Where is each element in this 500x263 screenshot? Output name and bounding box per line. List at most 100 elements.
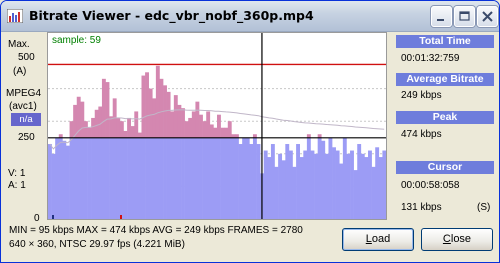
stats-line-1: MIN = 95 kbps MAX = 474 kbps AVG = 249 k… <box>9 225 303 236</box>
bitrate-bar <box>152 137 157 219</box>
bitrate-bar-peak <box>213 127 218 138</box>
frame-marker <box>120 215 122 219</box>
bitrate-bar <box>173 137 178 219</box>
bitrate-bar-peak <box>199 114 203 138</box>
bitrate-bar <box>181 137 185 219</box>
window-title: Bitrate Viewer - edc_vbr_nobf_360p.mp4 <box>29 8 314 23</box>
bitrate-bar <box>360 153 365 219</box>
bitrate-bar <box>378 157 383 219</box>
bitrate-bar <box>252 137 257 219</box>
bitrate-bar <box>364 157 369 219</box>
bitrate-bar <box>332 147 336 219</box>
close-button[interactable]: Close <box>421 228 493 251</box>
close-accel: C <box>442 233 451 245</box>
bitrate-bar <box>209 137 214 219</box>
maximize-button[interactable] <box>454 6 475 27</box>
y-tick-0: 0 <box>34 213 40 224</box>
bitrate-bar <box>202 137 207 219</box>
bitrate-bar-peak <box>127 117 132 138</box>
bitrate-bar <box>48 144 52 219</box>
bitrate-bar <box>116 137 121 219</box>
bitrate-bar <box>58 137 63 219</box>
bitrate-bar <box>98 137 103 219</box>
bitrate-bar <box>155 137 160 219</box>
close-rest: lose <box>450 233 472 245</box>
bitrate-bar <box>83 137 88 219</box>
bitrate-chart[interactable] <box>48 33 386 219</box>
frame-marker <box>52 215 54 219</box>
bitrate-bar-peak <box>217 114 221 138</box>
total-time-value: 00:01:32:759 <box>401 53 460 64</box>
bitrate-bar <box>80 137 85 219</box>
bitrate-bar <box>263 150 268 219</box>
bitrate-bar <box>306 137 311 219</box>
bitrate-bar <box>51 153 56 219</box>
bitrate-bar <box>310 150 315 219</box>
bitrate-bar <box>231 137 236 219</box>
bitrate-bar <box>335 150 340 219</box>
app-chart-icon <box>7 9 23 23</box>
bitrate-bar-peak <box>195 101 200 138</box>
bitrate-bar-peak <box>141 75 146 138</box>
bitrate-bar <box>130 137 135 219</box>
bitrate-bar-peak <box>109 116 114 138</box>
bitrate-bar <box>382 150 386 219</box>
bitrate-bar-peak <box>91 117 96 138</box>
bitrate-bar <box>242 137 247 219</box>
bitrate-bar-peak <box>184 121 189 138</box>
total-time-header: Total Time <box>396 35 494 48</box>
bitrate-bar-peak <box>119 121 124 138</box>
bitrate-bar <box>188 137 193 219</box>
close-window-button[interactable] <box>477 6 498 27</box>
bitrate-bar <box>274 166 279 219</box>
cursor-frame-type: (S) <box>477 202 491 213</box>
average-bitrate-value: 249 kbps <box>401 90 442 101</box>
load-button[interactable]: Load <box>342 228 414 251</box>
minimize-button[interactable] <box>431 6 452 27</box>
bitrate-bar-peak <box>152 98 157 138</box>
title-bar[interactable]: Bitrate Viewer - edc_vbr_nobf_360p.mp4 <box>1 1 499 32</box>
bitrate-bar-peak <box>87 127 92 138</box>
peak-value: 474 kbps <box>401 129 442 140</box>
bitrate-bar <box>220 137 225 219</box>
bitrate-bar <box>159 137 164 219</box>
bitrate-bar-peak <box>134 111 139 138</box>
bitrate-bar <box>87 137 92 219</box>
bitrate-bar <box>94 137 99 219</box>
bitrate-bar-peak <box>155 65 160 138</box>
bitrate-bar <box>267 157 272 219</box>
bitrate-bar-peak <box>181 108 185 138</box>
bitrate-bar <box>55 137 60 219</box>
bitrate-bar <box>328 137 333 219</box>
bitrate-bar <box>199 137 203 219</box>
bitrate-bar-peak <box>101 78 106 138</box>
codec-sub-label: (avc1) <box>9 101 37 112</box>
bitrate-bar <box>299 157 304 219</box>
bitrate-bar-peak <box>76 96 81 138</box>
bitrate-bar <box>224 137 229 219</box>
bitrate-bar-peak <box>227 121 232 138</box>
bitrate-bar-peak <box>145 72 149 138</box>
cursor-time-value: 00:00:58:058 <box>401 180 460 191</box>
bitrate-bar <box>141 137 146 219</box>
bitrate-bar <box>285 144 290 219</box>
bitrate-bar-peak <box>137 132 142 138</box>
bitrate-bar <box>346 153 351 219</box>
bitrate-bar <box>303 150 308 219</box>
bitrate-bar <box>145 137 149 219</box>
bitrate-bar <box>339 163 344 219</box>
bitrate-bar <box>353 170 358 219</box>
bitrate-bar <box>166 137 171 219</box>
bitrate-bar <box>170 137 175 219</box>
bitrate-graph[interactable]: sample: 59 <box>47 32 387 220</box>
bitrate-bar <box>69 137 74 219</box>
bitrate-bar-peak <box>148 88 153 138</box>
peak-header: Peak <box>396 111 494 124</box>
bitrate-bar <box>184 137 189 219</box>
codec-label: MPEG4 <box>6 88 42 99</box>
bitrate-bar-peak <box>220 127 225 138</box>
na-badge: n/a <box>11 113 41 126</box>
bitrate-bar <box>217 137 221 219</box>
bitrate-bar-peak <box>170 111 175 138</box>
bitrate-bar <box>101 137 106 219</box>
